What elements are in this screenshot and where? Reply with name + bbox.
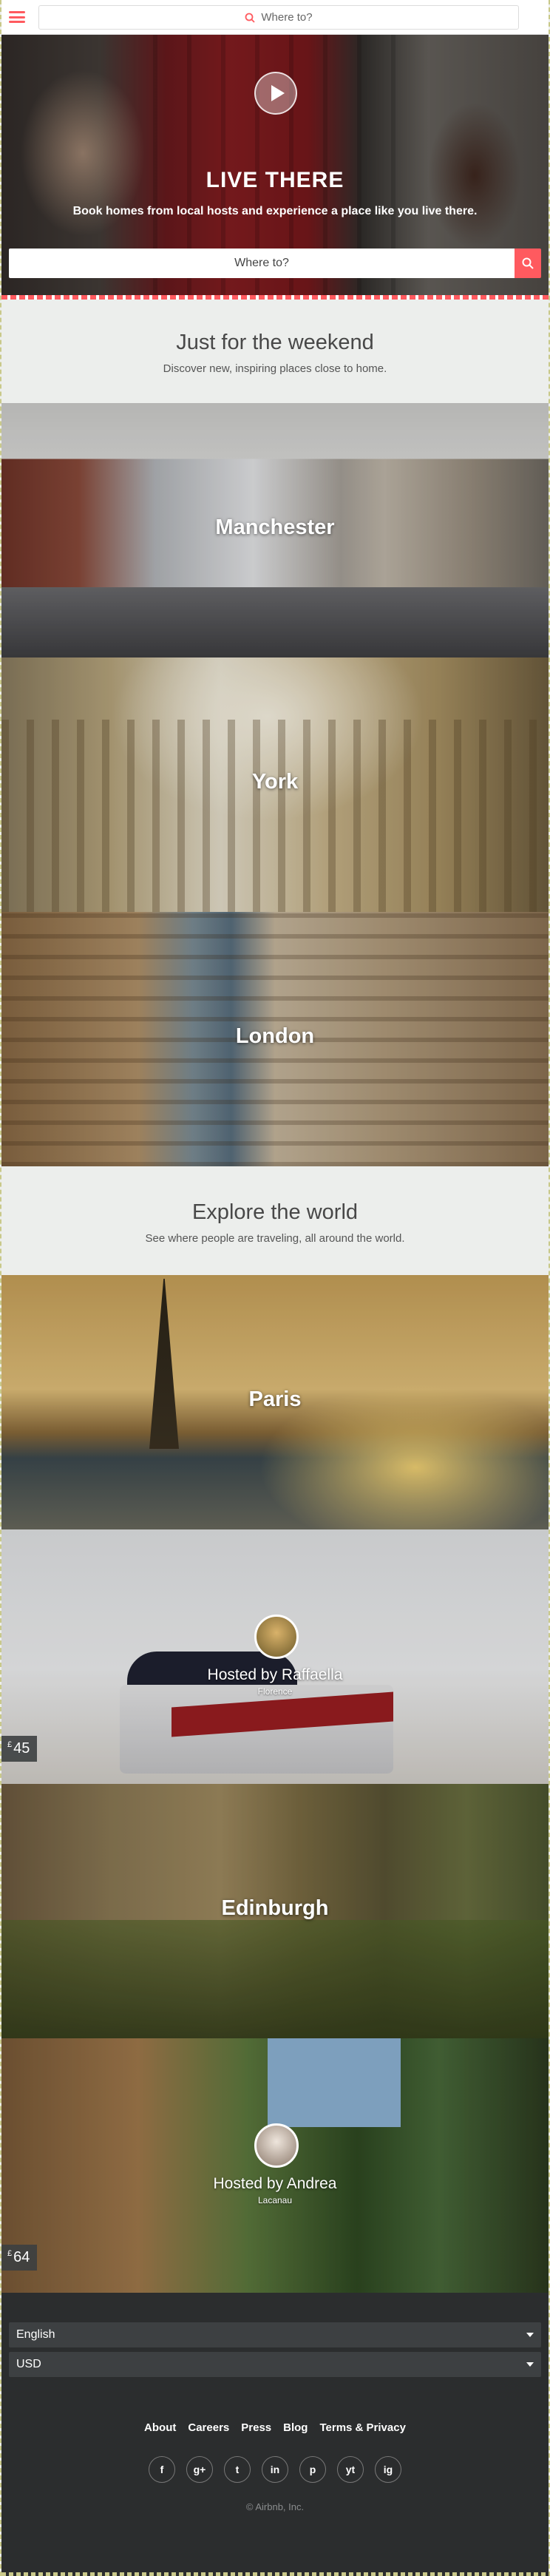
hero-search: Where to? xyxy=(9,249,541,278)
weekend-subtitle: Discover new, inspiring places close to … xyxy=(163,362,387,375)
social-links: f g+ t in p yt ig xyxy=(9,2456,541,2483)
city-name: York xyxy=(251,770,299,794)
host-avatar xyxy=(254,1615,299,1659)
google-plus-icon[interactable]: g+ xyxy=(186,2456,213,2483)
hero-search-input[interactable]: Where to? xyxy=(9,249,515,278)
footer-link-terms[interactable]: Terms & Privacy xyxy=(319,2421,405,2434)
city-tile-manchester[interactable]: Manchester xyxy=(1,403,549,657)
footer-links: About Careers Press Blog Terms & Privacy xyxy=(9,2421,541,2434)
city-name: Paris xyxy=(248,1387,302,1411)
city-tile-paris[interactable]: Paris xyxy=(1,1275,549,1529)
explore-subtitle: See where people are traveling, all arou… xyxy=(145,1232,405,1245)
facebook-icon[interactable]: f xyxy=(149,2456,175,2483)
explore-section-header: Explore the world See where people are t… xyxy=(1,1166,549,1275)
weekend-section-header: Just for the weekend Discover new, inspi… xyxy=(1,300,549,403)
footer-link-press[interactable]: Press xyxy=(241,2421,271,2434)
listing-tile-lacanau[interactable]: Hosted by Andrea Lacanau £64 xyxy=(1,2038,549,2293)
city-tile-york[interactable]: York xyxy=(1,657,549,912)
host-city: Lacanau xyxy=(257,2195,293,2205)
footer-link-careers[interactable]: Careers xyxy=(188,2421,229,2434)
hero-title: LIVE THERE xyxy=(206,168,344,192)
host-name: Hosted by Raffaella xyxy=(207,1666,343,1683)
chevron-down-icon xyxy=(526,2333,534,2337)
page: Where to? LIVE THERE Book homes from loc… xyxy=(0,0,550,2576)
price-tag: £45 xyxy=(1,1736,38,1762)
city-tile-london[interactable]: London xyxy=(1,912,549,1166)
hero: LIVE THERE Book homes from local hosts a… xyxy=(1,35,549,295)
explore-title: Explore the world xyxy=(191,1200,359,1224)
hero-subtitle: Book homes from local hosts and experien… xyxy=(72,205,478,217)
pinterest-icon[interactable]: p xyxy=(299,2456,326,2483)
linkedin-icon[interactable]: in xyxy=(262,2456,288,2483)
listing-tile-florence[interactable]: Hosted by Raffaella Florence £45 xyxy=(1,1529,549,1784)
weekend-title: Just for the weekend xyxy=(176,331,374,354)
instagram-icon[interactable]: ig xyxy=(375,2456,401,2483)
youtube-icon[interactable]: yt xyxy=(337,2456,364,2483)
host-city: Florence xyxy=(257,1686,293,1697)
footer-link-about[interactable]: About xyxy=(144,2421,176,2434)
search-icon xyxy=(245,13,256,23)
host-avatar xyxy=(254,2123,299,2168)
copyright: © Airbnb, Inc. xyxy=(245,2501,305,2512)
city-name: London xyxy=(235,1024,315,1048)
footer: English USD About Careers Press Blog Ter… xyxy=(1,2293,549,2576)
play-video-button[interactable] xyxy=(254,72,297,115)
city-tile-edinburgh[interactable]: Edinburgh xyxy=(1,1784,549,2038)
menu-icon[interactable] xyxy=(9,11,25,23)
twitter-icon[interactable]: t xyxy=(224,2456,251,2483)
price-tag: £64 xyxy=(1,2245,38,2271)
search-icon xyxy=(522,257,534,269)
top-nav: Where to? xyxy=(1,0,549,35)
chevron-down-icon xyxy=(526,2362,534,2367)
city-name: Manchester xyxy=(215,515,335,539)
host-name: Hosted by Andrea xyxy=(213,2175,337,2192)
nav-search-input[interactable]: Where to? xyxy=(38,5,519,30)
footer-link-blog[interactable]: Blog xyxy=(283,2421,308,2434)
hero-search-button[interactable] xyxy=(515,249,541,278)
currency-select[interactable]: USD xyxy=(9,2352,541,2377)
language-select[interactable]: English xyxy=(9,2322,541,2347)
nav-search-placeholder: Where to? xyxy=(261,11,313,24)
city-name: Edinburgh xyxy=(221,1896,329,1920)
